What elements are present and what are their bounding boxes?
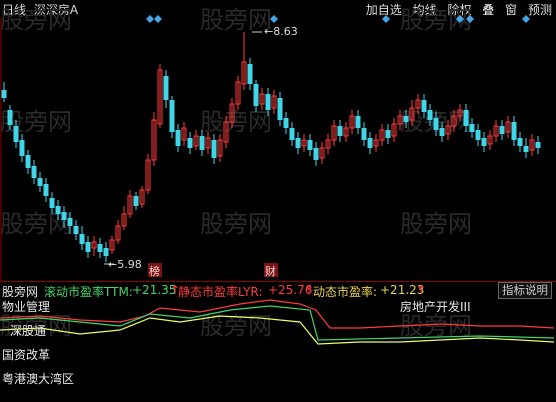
- dyn-label: 动态市盈率:: [313, 285, 378, 299]
- candle-body-down: [55, 206, 61, 214]
- candle-body-down: [19, 140, 25, 156]
- candle-body-down: [481, 138, 487, 146]
- candle-body-down: [211, 140, 217, 158]
- candle-body-down: [463, 110, 469, 126]
- candle-body-down: [199, 136, 205, 150]
- candle-body-down: [289, 128, 295, 140]
- watermark: 股旁网: [200, 108, 272, 136]
- candle-body-down: [307, 140, 313, 150]
- candle-body-down: [283, 118, 289, 128]
- candle-body-down: [523, 146, 529, 152]
- indicator-bar: 股旁网 滚动市盈率TTM: +21.35 ↑ 静态市盈率LYR: +25.76 …: [0, 282, 556, 299]
- candle-body-down: [169, 100, 175, 132]
- candle-body-down: [421, 100, 427, 112]
- event-diamond: [154, 15, 162, 23]
- event-diamond: [382, 15, 390, 23]
- chart-canvas: 股旁网股旁网股旁网股旁网股旁网股旁网股旁网股旁网股旁网股旁网股旁网股旁网←8.6…: [0, 6, 555, 345]
- label-sz-connect: 深股通: [10, 324, 47, 338]
- candle-body-down: [13, 126, 19, 142]
- candle-body-down: [511, 122, 517, 140]
- label-property-management: 物业管理: [2, 300, 51, 314]
- watermark: 股旁网: [200, 6, 272, 34]
- watermark: 股旁网: [0, 6, 72, 34]
- low-price-label: ←5.98: [108, 258, 142, 271]
- candle-body-down: [253, 84, 259, 106]
- candle-body-down: [187, 138, 193, 148]
- high-price-label: ←8.63: [264, 25, 298, 38]
- label-real-estate-dev: 房地产开发III: [400, 300, 471, 314]
- candle-body-down: [85, 242, 91, 252]
- candle-body-down: [295, 138, 301, 148]
- candle-body-down: [97, 244, 103, 252]
- candle-body-down: [355, 116, 361, 128]
- candle-body-down: [31, 166, 37, 178]
- watermark: 股旁网: [200, 210, 272, 238]
- candle-body-down: [1, 90, 7, 98]
- candle-body-down: [499, 126, 505, 134]
- candle-body-down: [67, 218, 73, 226]
- candle-body-down: [163, 76, 169, 100]
- candle-body-down: [361, 128, 367, 140]
- candle-body-down: [313, 148, 319, 160]
- dyn-arrow: ↑: [416, 283, 427, 297]
- candle-body-down: [43, 184, 49, 196]
- candle-body-down: [469, 124, 475, 132]
- candle-body-down: [367, 138, 373, 148]
- candle-body-down: [103, 248, 109, 256]
- candle-body-down: [475, 130, 481, 140]
- candle-body-down: [517, 138, 523, 146]
- candle-body-down: [175, 130, 181, 146]
- candle-body-down: [535, 142, 541, 148]
- candle-body-down: [385, 130, 391, 138]
- candle-body-down: [433, 118, 439, 130]
- candle-body-down: [73, 226, 79, 234]
- candle-body-down: [25, 155, 31, 168]
- event-diamond: [522, 15, 530, 23]
- watermark: 股旁网: [0, 210, 72, 238]
- indicator-explain-button[interactable]: 指标说明: [498, 282, 552, 299]
- watermark: 股旁网: [400, 210, 472, 238]
- candle-body-down: [247, 64, 253, 84]
- lyr-label: 静态市盈率LYR:: [178, 285, 263, 299]
- candle-body-down: [133, 196, 139, 206]
- stock-chart-window: 日线 深深房A 加自选 均线 除权 叠 窗 预测 股旁网 股旁网 股旁网 股旁网 股旁网…: [0, 0, 556, 402]
- candle-body-down: [49, 198, 55, 208]
- marker-cai: 财: [265, 264, 276, 278]
- candle-body-down: [277, 98, 283, 120]
- candle-body-down: [79, 234, 85, 244]
- label-greater-bay-area: 粤港澳大湾区: [2, 372, 75, 386]
- candle-body-down: [265, 94, 271, 110]
- candle-body-down: [7, 110, 13, 125]
- candle-body-down: [403, 116, 409, 122]
- marker-bang: 榜: [149, 264, 160, 278]
- candle-body-down: [427, 110, 433, 120]
- ttm-label: 滚动市盈率TTM:: [44, 285, 133, 299]
- candle-body-down: [337, 126, 343, 136]
- label-soe-reform: 国资改革: [2, 348, 51, 362]
- candle-body-down: [37, 178, 43, 186]
- event-diamond: [146, 15, 154, 23]
- candle-body-down: [439, 128, 445, 136]
- candle-body-down: [61, 212, 67, 220]
